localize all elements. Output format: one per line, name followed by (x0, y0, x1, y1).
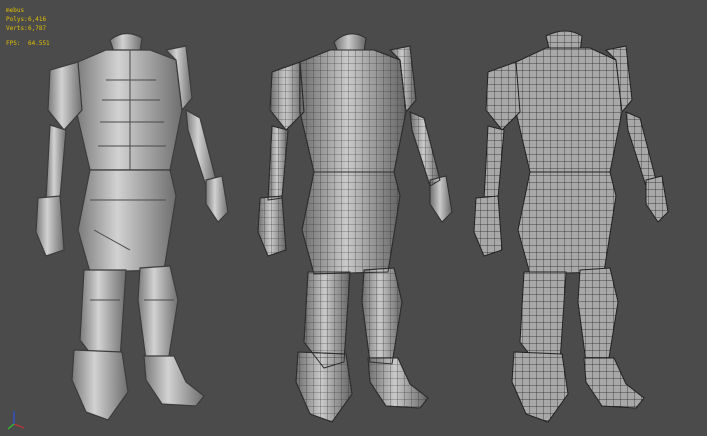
armor-model-shaded-wireframe[interactable] (236, 0, 471, 436)
armor-model-shaded-wireframe-figure (257, 33, 453, 423)
armor-model-wireframe[interactable] (466, 0, 701, 436)
axis-tripod-icon (6, 408, 26, 430)
armor-model-wireframe-figure (473, 30, 669, 423)
armor-model-shaded[interactable] (10, 0, 245, 436)
viewport-perspective[interactable]: mebus Polys: 6,416 Verts: 6,787 FPS: 64.… (0, 0, 707, 436)
armor-model-shaded-figure (35, 32, 229, 421)
